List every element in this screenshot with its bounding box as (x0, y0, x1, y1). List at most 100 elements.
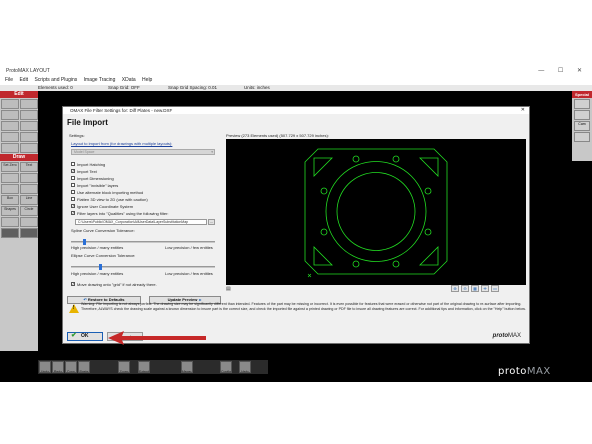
tool-line[interactable]: Line (20, 195, 38, 205)
spline-low-label: Low precision / few entities (165, 245, 213, 250)
checkbox-checked[interactable]: ✓ (71, 169, 75, 173)
undo-button[interactable]: Undo (39, 361, 51, 373)
tool-arc-a[interactable] (1, 217, 19, 227)
tool-draw-b[interactable] (20, 173, 38, 183)
annotation-arrow (108, 331, 206, 345)
tool-offset[interactable] (1, 143, 19, 153)
option-label: Import Dimensioning (77, 176, 114, 181)
warning-box: ! Warning: File importing is not always … (67, 302, 527, 326)
option-import-hatching[interactable]: Import Hatching (71, 162, 211, 167)
dialog-close-icon[interactable]: ✕ (521, 107, 525, 114)
menu-edit[interactable]: Edit (19, 77, 28, 83)
browse-button[interactable]: ... (208, 219, 215, 225)
checkbox-checked[interactable]: ✓ (71, 282, 75, 286)
layout-link[interactable]: Layout to import from (for drawings with… (71, 141, 172, 146)
fit-icon[interactable]: ▭ (491, 285, 499, 292)
arrow-left-icon (108, 331, 206, 345)
inner-bore (336, 172, 416, 251)
print-icon[interactable]: ▤ (226, 286, 233, 292)
tool-arc-b[interactable] (20, 217, 38, 227)
layout-select[interactable]: Model Space ▾ (71, 149, 215, 155)
checkbox-checked[interactable]: ✓ (71, 211, 75, 215)
redo-button[interactable]: Redo (52, 361, 64, 373)
checkbox-checked[interactable]: ✓ (71, 204, 75, 208)
corner-cutout-tr (419, 157, 439, 177)
tool-trim[interactable] (1, 132, 19, 142)
tool-misc-b[interactable] (20, 228, 38, 238)
option-filter-layers[interactable]: ✓ Filter layers into "Qualities" using th… (71, 211, 211, 216)
tool-fillet[interactable] (20, 132, 38, 142)
ok-button[interactable]: ✔ OK (67, 332, 103, 341)
tool-box[interactable]: Box (1, 195, 19, 205)
option-ignore-ucs[interactable]: ✓ Ignore User Coordinate System (71, 204, 211, 209)
check-icon: ✔ (71, 332, 77, 339)
paste-button[interactable]: Paste (78, 361, 90, 373)
ok-label: OK (81, 333, 89, 339)
tool-clean[interactable] (20, 143, 38, 153)
menu-scripts[interactable]: Scripts and Plugins (34, 77, 77, 83)
zoom-out-icon[interactable]: ⊖ (461, 285, 469, 292)
option-move-onto-grid[interactable]: ✓ Move drawing onto "grid" if not already… (71, 282, 211, 287)
zoom-in-icon[interactable]: ⊕ (451, 285, 459, 292)
option-import-text[interactable]: ✓ Import Text (71, 169, 211, 174)
tool-text[interactable]: Text (20, 162, 38, 172)
tool-draw-a[interactable] (1, 173, 19, 183)
tool-misc-a[interactable] (1, 228, 19, 238)
corner-cutout-tl (313, 157, 333, 177)
checkbox[interactable] (71, 176, 75, 180)
origin-marker (307, 273, 312, 278)
bottom-toolbar: Undo Redo Copy Paste Zoom Extents Measur… (38, 360, 268, 374)
special-tool-b[interactable] (574, 110, 590, 120)
status-bar: Elements used: 0 Snap Grid: OFF Snap Gri… (0, 85, 592, 91)
warning-text: Warning: File importing is not always pe… (81, 302, 526, 311)
tool-scale[interactable] (1, 121, 19, 131)
special-tool-c[interactable] (574, 132, 590, 142)
zoom-extents-icon[interactable]: ▦ (471, 285, 479, 292)
special-tool-a[interactable] (574, 99, 590, 109)
option-alternate-block[interactable]: Use alternate block importing method (71, 190, 211, 195)
menu-xdata[interactable]: XData (122, 77, 136, 83)
dialog-brand-max: MAX (507, 333, 521, 339)
measure-button[interactable]: Measure (181, 361, 193, 373)
checkbox[interactable] (71, 162, 75, 166)
filter-path-input[interactable]: C:\Users\Public\OMAX_Corporation\AllUser… (75, 219, 207, 225)
tool-select[interactable] (1, 99, 19, 109)
window-controls[interactable]: — ☐ ✕ (538, 67, 588, 74)
bolt-hole (392, 260, 400, 268)
tool-draw-d[interactable] (20, 184, 38, 194)
pan-icon[interactable]: ✛ (481, 285, 489, 292)
spline-slider[interactable] (71, 239, 215, 245)
checkbox[interactable] (71, 190, 75, 194)
copy-button[interactable]: Copy (65, 361, 77, 373)
file-filter-dialog: OMAX File Filter Settings for: Diff Plat… (62, 106, 530, 344)
checkbox[interactable] (71, 197, 75, 201)
preview-label: Preview (273 Elements used) (507.729 x 5… (226, 133, 329, 138)
tool-draw-c[interactable] (1, 184, 19, 194)
menu-image-tracing[interactable]: Image Tracing (84, 77, 116, 83)
zoom-button[interactable]: Zoom (118, 361, 130, 373)
tool-set-zero[interactable]: Set Zero (1, 162, 19, 172)
cam-button[interactable]: Cam (574, 121, 590, 131)
preview-canvas[interactable] (226, 139, 526, 285)
menu-file[interactable]: File (5, 77, 13, 83)
status-snap: Snap Grid: OFF (108, 85, 140, 90)
option-import-dimensioning[interactable]: Import Dimensioning (71, 176, 211, 181)
protomax-logo: protoMAX (498, 366, 551, 377)
extents-button[interactable]: Extents (138, 361, 150, 373)
option-flatten-3d[interactable]: Flatten 3D view to 2D (use with caution) (71, 197, 211, 202)
tool-mirror[interactable] (20, 110, 38, 120)
option-invisible-layers[interactable]: Import "invisible" layers (71, 183, 211, 188)
checkbox[interactable] (71, 183, 75, 187)
help-button[interactable]: Help (239, 361, 251, 373)
ellipse-slider[interactable] (71, 264, 215, 270)
logo-max: MAX (526, 366, 551, 377)
slider-thumb[interactable] (99, 264, 102, 270)
tool-rotate[interactable] (1, 110, 19, 120)
spline-label: Spline Curve Conversion Tolerance: (71, 228, 135, 233)
tool-array[interactable] (20, 121, 38, 131)
tool-shapes[interactable]: Shapes (1, 206, 19, 216)
config-button[interactable]: Config (220, 361, 232, 373)
tool-circle[interactable]: Circle (20, 206, 38, 216)
tool-move[interactable] (20, 99, 38, 109)
menu-help[interactable]: Help (142, 77, 152, 83)
